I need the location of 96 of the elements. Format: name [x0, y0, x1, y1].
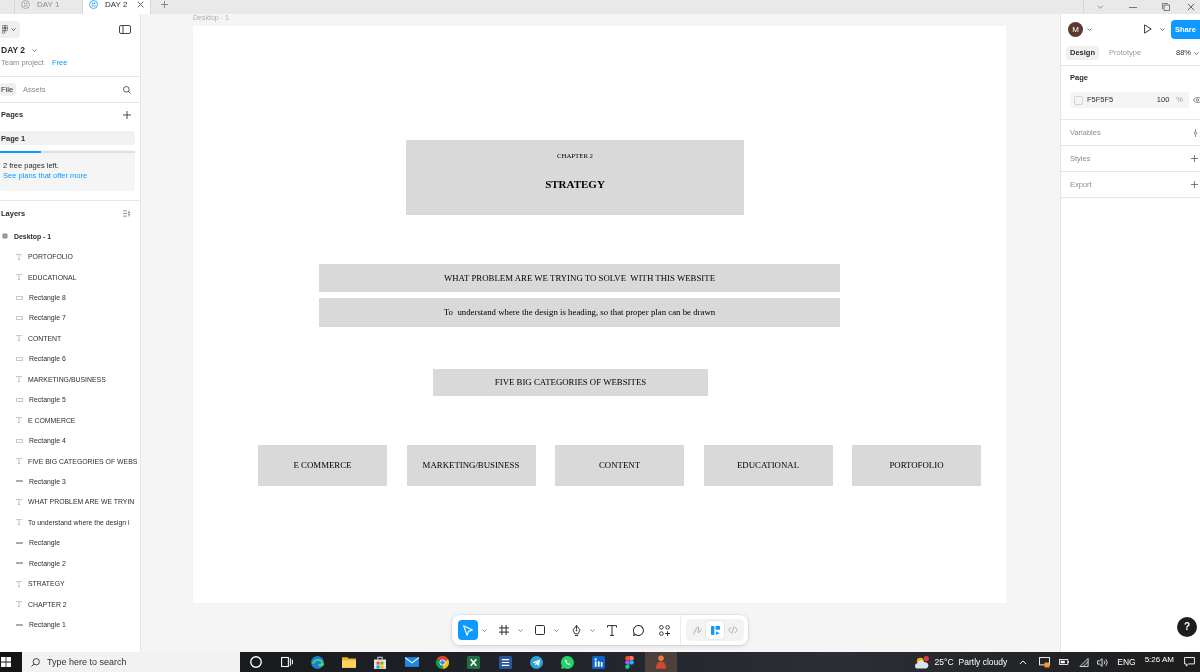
plus-icon[interactable]	[1191, 181, 1198, 188]
folder-icon	[342, 656, 357, 668]
sidebar-toggle-icon[interactable]	[119, 24, 131, 34]
language-indicator[interactable]: ENG	[1117, 656, 1136, 668]
start-icon[interactable]	[1, 657, 11, 667]
weather-icon[interactable]	[914, 655, 929, 669]
document-icon	[498, 655, 512, 669]
layout-icon	[710, 625, 720, 635]
paper-plane-icon	[529, 655, 543, 669]
figure-icon	[655, 655, 668, 669]
restore-icon[interactable]	[1161, 3, 1170, 11]
battery-icon[interactable]	[1059, 659, 1070, 665]
main-menu-button[interactable]	[0, 20, 20, 38]
answer-text: To understand where the design is heading, so that proper plan can be drawn	[443, 307, 716, 318]
line-icon	[16, 623, 23, 626]
screen-icon[interactable]	[1039, 656, 1051, 668]
line-icon	[16, 480, 23, 483]
move-tool-button[interactable]	[458, 620, 478, 640]
ring-icon	[249, 656, 262, 668]
chapter-title: STRATEGY	[545, 177, 605, 191]
letter-t-icon	[16, 335, 22, 342]
shapes-logo-icon	[625, 655, 635, 669]
search-icon	[31, 658, 40, 667]
category-label: EDUCATIONAL	[736, 460, 800, 471]
network-tile-icon	[592, 655, 606, 669]
chat-bubble-icon	[560, 655, 574, 669]
line-icon	[16, 562, 23, 565]
caret-icon	[11, 27, 16, 31]
eye-icon[interactable]	[1193, 97, 1200, 103]
letter-t-icon	[16, 417, 22, 424]
notification-icon[interactable]	[1184, 657, 1195, 667]
color-swatch-icon[interactable]	[1074, 95, 1083, 105]
caret-icon[interactable]	[1087, 27, 1092, 31]
code-icon	[728, 626, 738, 634]
shapes-logo-icon	[2, 24, 8, 34]
circle-logo-icon	[21, 0, 30, 9]
category-label: MARKETING/BUSINESS	[422, 460, 520, 471]
category-label: E COMMERCE	[293, 460, 352, 471]
caret-icon[interactable]	[481, 628, 487, 632]
question-text: WHAT PROBLEM ARE WE TRYING TO SOLVE WITH THIS WEBSITE	[443, 272, 716, 284]
shapes-grid-icon	[658, 624, 670, 636]
search-field[interactable]: Type here to search	[22, 652, 240, 672]
weather-temperature[interactable]: 25°C	[934, 656, 954, 668]
letter-t-icon	[16, 498, 22, 505]
letter-t-icon	[16, 519, 22, 526]
help-button[interactable]: ?	[1177, 617, 1197, 637]
line-icon	[16, 541, 23, 544]
letter-t-icon	[607, 624, 617, 636]
letter-t-icon	[16, 253, 22, 260]
tricolor-circle-icon	[436, 655, 450, 669]
caret-icon[interactable]	[589, 628, 595, 632]
letter-t-icon	[16, 274, 22, 281]
plus-icon[interactable]	[123, 111, 131, 119]
wifi-icon[interactable]	[1079, 657, 1090, 667]
swirl-icon	[311, 655, 325, 669]
envelope-icon	[404, 657, 419, 667]
minimize-icon[interactable]	[1128, 6, 1137, 8]
categories-heading: FIVE BIG CATEGORIES OF WEBSITES	[494, 377, 647, 388]
design-mode-button[interactable]	[706, 621, 724, 639]
category-label: CONTENT	[598, 460, 640, 471]
letter-t-icon	[16, 376, 22, 383]
list-icon[interactable]	[123, 210, 131, 217]
cursor-icon	[463, 624, 473, 636]
category-label: PORTOFOLIO	[889, 460, 944, 471]
speech-bubble-icon	[632, 624, 644, 636]
circle-logo-icon	[89, 0, 98, 9]
play-icon[interactable]	[1144, 24, 1152, 34]
search-icon[interactable]	[123, 85, 131, 94]
plus-icon[interactable]	[1191, 155, 1198, 162]
task-view-icon	[280, 656, 293, 668]
spreadsheet-icon	[467, 655, 481, 669]
document-tab[interactable]: DAY 2	[82, 0, 150, 14]
letter-t-icon	[16, 601, 22, 608]
clock-time[interactable]: 5:26 AM	[1144, 652, 1174, 664]
close-icon[interactable]	[1187, 3, 1195, 11]
pen-nib-icon	[571, 624, 581, 636]
hash-icon	[499, 625, 509, 635]
caret-icon[interactable]	[1160, 27, 1165, 31]
hash-icon	[2, 233, 8, 240]
chevron-up-icon[interactable]	[1019, 659, 1028, 665]
plus-icon[interactable]	[161, 1, 168, 8]
pencil-scribble-icon	[692, 625, 702, 635]
user-avatar[interactable]: M	[1068, 21, 1083, 37]
adjust-icon[interactable]	[1193, 128, 1198, 137]
square-icon	[535, 625, 545, 635]
shopping-bag-icon	[374, 655, 387, 669]
caret-icon[interactable]	[553, 628, 559, 632]
volume-icon[interactable]	[1097, 657, 1109, 667]
caret-icon[interactable]	[517, 628, 523, 632]
file-name[interactable]: DAY 2	[1, 44, 26, 56]
caret-icon[interactable]	[32, 48, 38, 52]
letter-t-icon	[16, 458, 22, 465]
close-icon[interactable]	[137, 1, 144, 8]
weather-condition[interactable]: Partly cloudy	[958, 656, 1008, 668]
letter-t-icon	[16, 580, 22, 587]
caret-icon	[1194, 51, 1199, 55]
